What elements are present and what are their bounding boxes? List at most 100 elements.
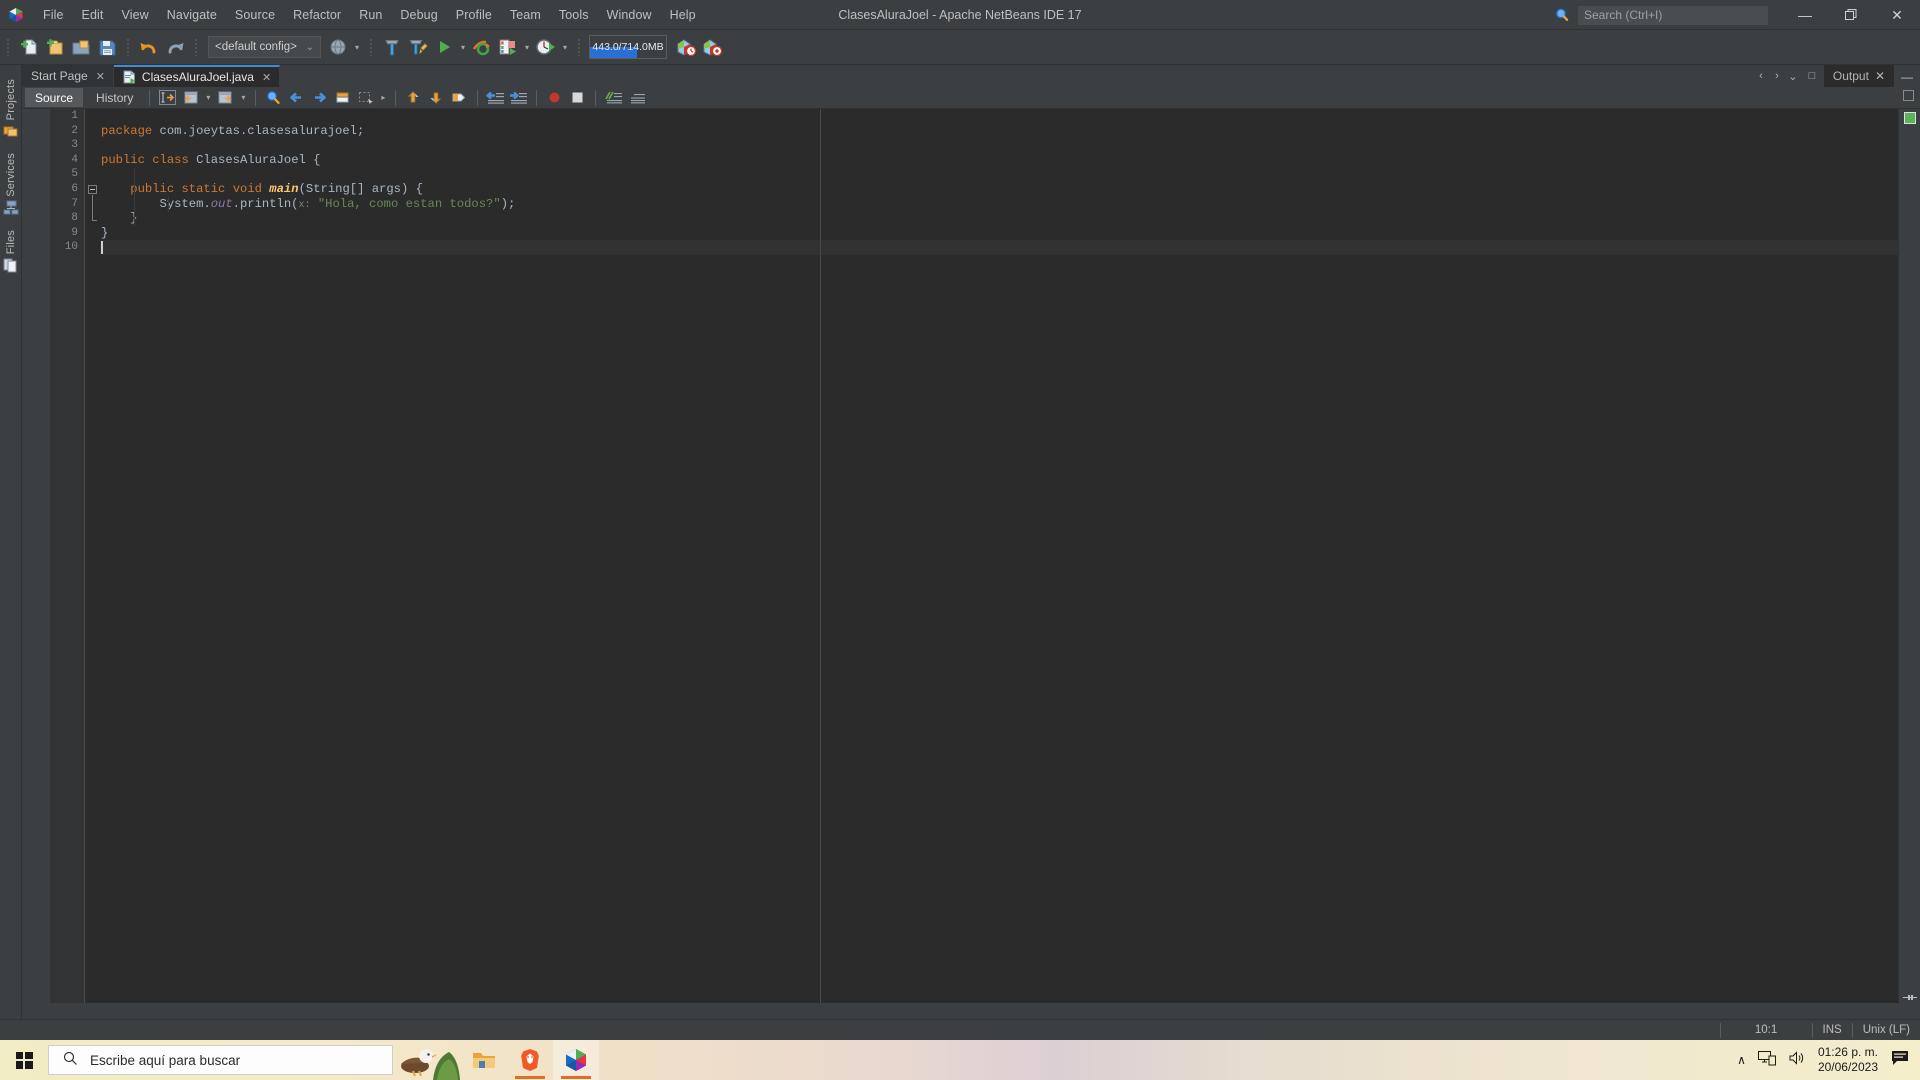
- find-selection-button[interactable]: [264, 89, 283, 107]
- run-project-button[interactable]: [431, 34, 457, 60]
- search-input[interactable]: [1578, 5, 1768, 25]
- shift-right-button[interactable]: [509, 89, 528, 107]
- menu-item-view[interactable]: View: [113, 4, 158, 26]
- search-magnifier-icon: [1554, 7, 1574, 23]
- insert-mode-indicator[interactable]: INS: [1811, 1022, 1852, 1038]
- menu-item-tools[interactable]: Tools: [550, 4, 598, 26]
- tab-list-dropdown-icon[interactable]: ⌄: [1785, 65, 1801, 87]
- previous-error-button[interactable]: [404, 89, 423, 107]
- code-folding-column[interactable]: [86, 109, 100, 1003]
- stop-button[interactable]: [568, 89, 587, 107]
- browser-dropdown-arrow-icon[interactable]: ▾: [351, 35, 363, 59]
- memory-usage-widget[interactable]: 443.0/714.0MB: [589, 35, 667, 59]
- toggle-bookmark-button[interactable]: [333, 89, 352, 107]
- taskbar-netbeans[interactable]: [553, 1040, 599, 1080]
- team-pull-button[interactable]: [673, 34, 699, 60]
- save-all-button[interactable]: [94, 34, 120, 60]
- forward-dropdown-arrow-icon[interactable]: ▾: [237, 86, 249, 110]
- tab-history[interactable]: History: [86, 88, 143, 107]
- redo-button[interactable]: [162, 34, 188, 60]
- uncomment-button[interactable]: [627, 89, 646, 107]
- maximize-button[interactable]: [1828, 0, 1874, 30]
- maximize-editor-icon[interactable]: □: [1801, 65, 1823, 87]
- menu-item-edit[interactable]: Edit: [73, 4, 113, 26]
- taskbar-brave-browser[interactable]: [507, 1040, 553, 1080]
- code-editor[interactable]: 1 2 3 4 5 6 7 8 9 10 package com.joeytas…: [50, 109, 1920, 1034]
- menu-item-debug[interactable]: Debug: [391, 4, 446, 26]
- browser-select-button[interactable]: [325, 34, 351, 60]
- scroll-tabs-left-icon[interactable]: ‹: [1753, 65, 1769, 87]
- sidebar-item-projects[interactable]: Projects: [0, 79, 22, 139]
- profile-project-button[interactable]: [495, 34, 521, 60]
- menu-item-team[interactable]: Team: [501, 4, 550, 26]
- close-icon[interactable]: ✕: [1875, 69, 1885, 83]
- minimize-output-button[interactable]: —: [1894, 65, 1920, 87]
- previous-bookmark-button[interactable]: [287, 89, 306, 107]
- back-dropdown-arrow-icon[interactable]: ▾: [202, 86, 214, 110]
- team-push-button[interactable]: [699, 34, 725, 60]
- next-bookmark-button[interactable]: [310, 89, 329, 107]
- clean-build-button[interactable]: [405, 34, 431, 60]
- forward-history-button[interactable]: [216, 89, 235, 107]
- menu-item-profile[interactable]: Profile: [447, 4, 501, 26]
- global-search[interactable]: [1554, 5, 1768, 25]
- profile-meter-button[interactable]: [533, 34, 559, 60]
- shift-left-button[interactable]: [486, 89, 505, 107]
- start-button[interactable]: [0, 1040, 48, 1080]
- editor-options-button[interactable]: [1903, 90, 1914, 101]
- code-text[interactable]: package com.joeytas.clasesalurajoel; pub…: [100, 109, 1898, 1003]
- tray-expand-chevron-icon[interactable]: ∧: [1737, 1053, 1746, 1067]
- last-edit-button[interactable]: [158, 89, 177, 107]
- open-project-button[interactable]: [68, 34, 94, 60]
- error-annotation-strip[interactable]: [1898, 109, 1920, 1004]
- output-window-tab[interactable]: Output ✕: [1822, 65, 1894, 87]
- taskbar-search-box[interactable]: Escribe aquí para buscar: [48, 1045, 393, 1075]
- close-icon[interactable]: ✕: [96, 70, 105, 83]
- tab-source[interactable]: Source: [25, 88, 84, 107]
- notifications-icon[interactable]: [1890, 1049, 1910, 1072]
- profile-meter-dropdown-arrow-icon[interactable]: ▾: [559, 35, 571, 59]
- new-project-button[interactable]: [42, 34, 68, 60]
- menu-item-run[interactable]: Run: [350, 4, 391, 26]
- speaker-icon[interactable]: [1788, 1050, 1806, 1071]
- close-button[interactable]: ✕: [1874, 0, 1920, 30]
- sidebar-item-services[interactable]: Services: [0, 153, 22, 216]
- toggle-breakpoint-button[interactable]: [545, 89, 564, 107]
- new-file-button[interactable]: [16, 34, 42, 60]
- build-project-button[interactable]: [379, 34, 405, 60]
- next-error-button[interactable]: [427, 89, 446, 107]
- scrollbar-thumb[interactable]: [1903, 995, 1917, 1000]
- menu-item-file[interactable]: File: [34, 4, 73, 26]
- line-number: 7: [71, 197, 78, 210]
- editor-tab-clasesalurajoel[interactable]: ClasesAluraJoel.java ✕: [113, 65, 281, 87]
- rectangular-selection-button[interactable]: [356, 89, 375, 107]
- taskbar-file-explorer[interactable]: [461, 1040, 507, 1080]
- menu-item-window[interactable]: Window: [598, 4, 661, 26]
- scroll-tabs-right-icon[interactable]: ›: [1769, 65, 1785, 87]
- debug-project-button[interactable]: [469, 34, 495, 60]
- code-editor-viewport[interactable]: 1 2 3 4 5 6 7 8 9 10 package com.joeytas…: [50, 109, 1898, 1004]
- tray-clock[interactable]: 01:26 p. m. 20/06/2023: [1818, 1045, 1878, 1075]
- undo-button[interactable]: [136, 34, 162, 60]
- menu-bar: File Edit View Navigate Source Refactor …: [0, 0, 1920, 30]
- toggle-highlight-button[interactable]: [450, 89, 469, 107]
- network-monitor-icon[interactable]: [1757, 1050, 1776, 1071]
- comment-button[interactable]: [604, 89, 623, 107]
- rect-select-dropdown-arrow-icon[interactable]: ▸: [377, 86, 389, 110]
- sidebar-item-files[interactable]: Files: [0, 230, 22, 273]
- menu-item-source[interactable]: Source: [226, 4, 284, 26]
- editor-tab-start-page[interactable]: Start Page ✕: [22, 65, 114, 87]
- netbeans-window: File Edit View Navigate Source Refactor …: [0, 0, 1920, 1080]
- profile-dropdown-arrow-icon[interactable]: ▾: [521, 35, 533, 59]
- run-dropdown-arrow-icon[interactable]: ▾: [457, 35, 469, 59]
- minimize-button[interactable]: —: [1782, 0, 1828, 30]
- back-history-button[interactable]: [181, 89, 200, 107]
- menu-item-navigate[interactable]: Navigate: [158, 4, 226, 26]
- close-icon[interactable]: ✕: [262, 71, 271, 84]
- menu-item-help[interactable]: Help: [661, 4, 705, 26]
- line-ending-indicator[interactable]: Unix (LF): [1851, 1022, 1920, 1038]
- project-config-select[interactable]: <default config> ⌄: [208, 36, 321, 58]
- fold-collapse-icon[interactable]: [88, 185, 97, 194]
- menu-item-refactor[interactable]: Refactor: [284, 4, 350, 26]
